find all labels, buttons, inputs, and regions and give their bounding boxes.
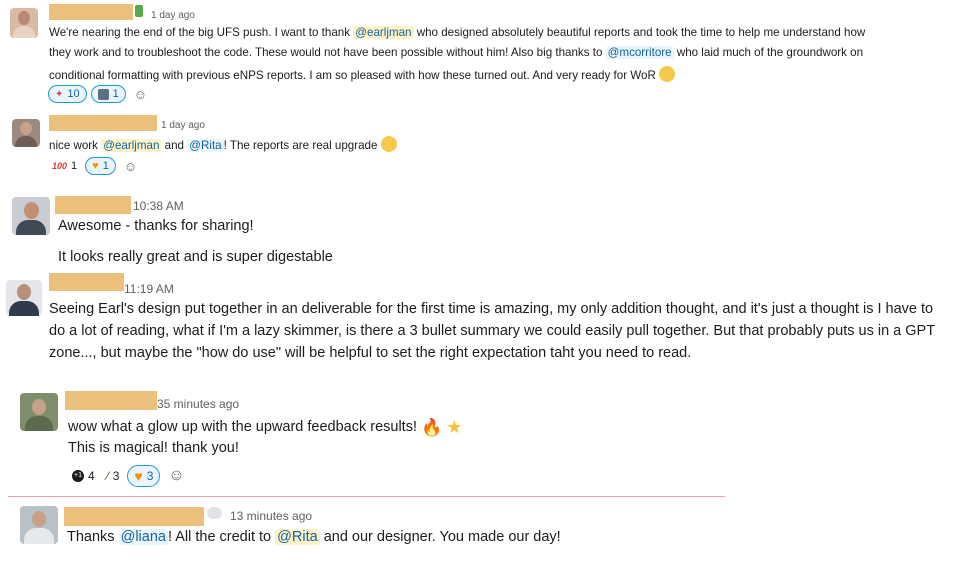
avatar[interactable] — [12, 119, 40, 147]
add-reaction-icon[interactable]: ☺ — [164, 467, 188, 485]
sender-name[interactable] — [64, 507, 204, 526]
tada-icon: ✦ — [55, 88, 64, 100]
100-icon: 100 — [52, 161, 68, 171]
reaction-pill[interactable]: ♥ 3 — [127, 465, 161, 487]
new-messages-divider — [8, 496, 725, 497]
add-reaction-icon[interactable]: ☺ — [120, 159, 141, 174]
sender-name[interactable] — [55, 196, 131, 214]
message-line: conditional formatting with previous eNP… — [49, 66, 676, 82]
avatar[interactable] — [10, 8, 38, 38]
magic-wand-icon: ⁄ — [106, 469, 109, 483]
user-mention[interactable]: @Rita — [187, 139, 224, 152]
message-line: do a lot of reading, what if I'm a lazy … — [49, 323, 936, 339]
avatar[interactable] — [12, 197, 50, 235]
timestamp[interactable]: 11:19 AM — [124, 282, 174, 296]
message-line: zone..., but maybe the "how do use" will… — [49, 345, 692, 361]
sender-name[interactable] — [49, 115, 157, 131]
sender-name[interactable] — [49, 4, 133, 20]
message-line: This is magical! thank you! — [68, 440, 239, 456]
user-mention[interactable]: @mcorritore — [605, 46, 674, 59]
timestamp[interactable]: 35 minutes ago — [157, 397, 239, 411]
reaction-pill[interactable]: ♥ 1 — [85, 157, 116, 175]
add-reaction-icon[interactable]: ☺ — [130, 87, 151, 102]
message-line: Thanks @liana! All the credit to @Rita a… — [67, 529, 561, 545]
message-line: It looks really great and is super diges… — [58, 249, 333, 265]
slightly-smiling-icon — [380, 136, 397, 152]
speech-bubble-icon[interactable] — [207, 507, 222, 519]
message-line: Awesome - thanks for sharing! — [58, 218, 254, 234]
avatar[interactable] — [20, 506, 58, 544]
plus-one-icon: +1 — [72, 470, 84, 482]
orange-heart-icon: ♥ — [134, 468, 143, 484]
user-mention[interactable]: @earljman — [101, 139, 162, 152]
user-mention[interactable]: @earljman — [353, 26, 414, 39]
reaction-pill[interactable]: 1 — [90, 85, 126, 103]
fire-icon: 🔥 — [421, 418, 443, 437]
message-line: Seeing Earl's design put together in an … — [49, 301, 934, 317]
user-mention[interactable]: @liana — [118, 529, 168, 545]
sender-name[interactable] — [65, 391, 157, 410]
timestamp[interactable]: 1 day ago — [161, 120, 205, 131]
person-icon — [97, 88, 109, 100]
grinning-sweat-icon — [659, 66, 676, 82]
timestamp[interactable]: 1 day ago — [151, 10, 195, 21]
reaction-pill[interactable]: ✦ 10 — [48, 85, 87, 103]
timestamp[interactable]: 10:38 AM — [133, 199, 184, 213]
message-line: nice work @earljman and @Rita! The repor… — [49, 136, 397, 152]
message-line: they work and to troubleshoot the code. … — [49, 46, 864, 59]
avatar[interactable] — [20, 393, 58, 431]
message-line: wow what a glow up with the upward feedb… — [68, 417, 463, 437]
star-icon: ★ — [446, 417, 463, 437]
orange-heart-icon: ♥ — [92, 160, 99, 172]
reaction-pill[interactable]: 100 1 — [48, 157, 81, 175]
timestamp[interactable]: 13 minutes ago — [230, 509, 312, 523]
reaction-pill[interactable]: ⁄ 3 — [103, 467, 124, 485]
message-line: We're nearing the end of the big UFS pus… — [49, 26, 866, 39]
sender-name[interactable] — [49, 273, 124, 291]
user-mention[interactable]: @Rita — [275, 529, 320, 545]
status-emoji-icon — [135, 5, 143, 17]
reaction-pill[interactable]: +1 4 — [68, 467, 99, 485]
avatar[interactable] — [6, 280, 42, 316]
